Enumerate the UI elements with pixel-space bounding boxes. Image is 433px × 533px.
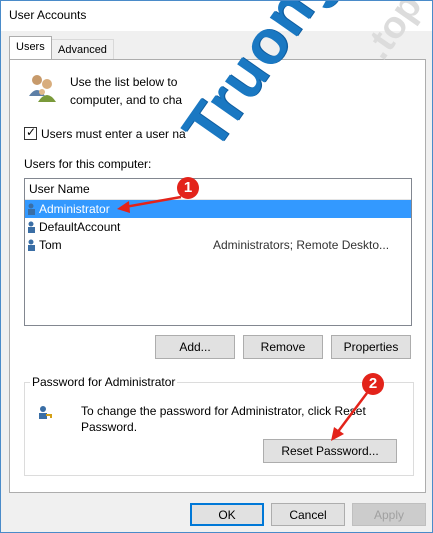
annotation-arrowhead-1	[117, 201, 130, 213]
annotation-arrow-1	[124, 195, 182, 209]
annotation-arrowhead-2	[331, 427, 344, 441]
tab-users[interactable]: Users	[9, 36, 52, 59]
annotation-arrows	[117, 195, 368, 441]
annotation-marker-1: 1	[177, 177, 199, 199]
user-accounts-window: User Accounts Advanced Users Use the lis…	[0, 0, 433, 533]
annotation-marker-2: 2	[362, 373, 384, 395]
annotation-arrow-2	[336, 392, 368, 434]
